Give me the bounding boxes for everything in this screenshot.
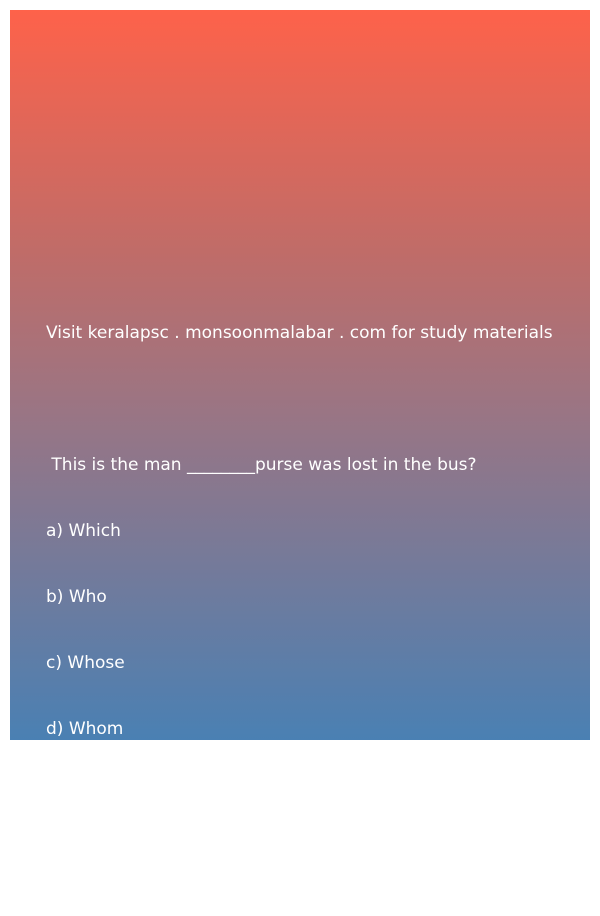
quiz-card: Visit keralapsc . monsoonmalabar . com f… [10, 10, 590, 871]
option-a: a) Which [46, 521, 121, 541]
answer-text: Answer: Whose [46, 851, 177, 871]
question-text: This is the man ________purse was lost i… [46, 455, 477, 475]
quiz-content: Visit keralapsc . monsoonmalabar . com f… [46, 278, 586, 916]
option-b: b) Who [46, 587, 107, 607]
study-materials-line: Visit keralapsc . monsoonmalabar . com f… [46, 323, 553, 343]
option-c: c) Whose [46, 653, 125, 673]
option-d: d) Whom [46, 719, 124, 739]
